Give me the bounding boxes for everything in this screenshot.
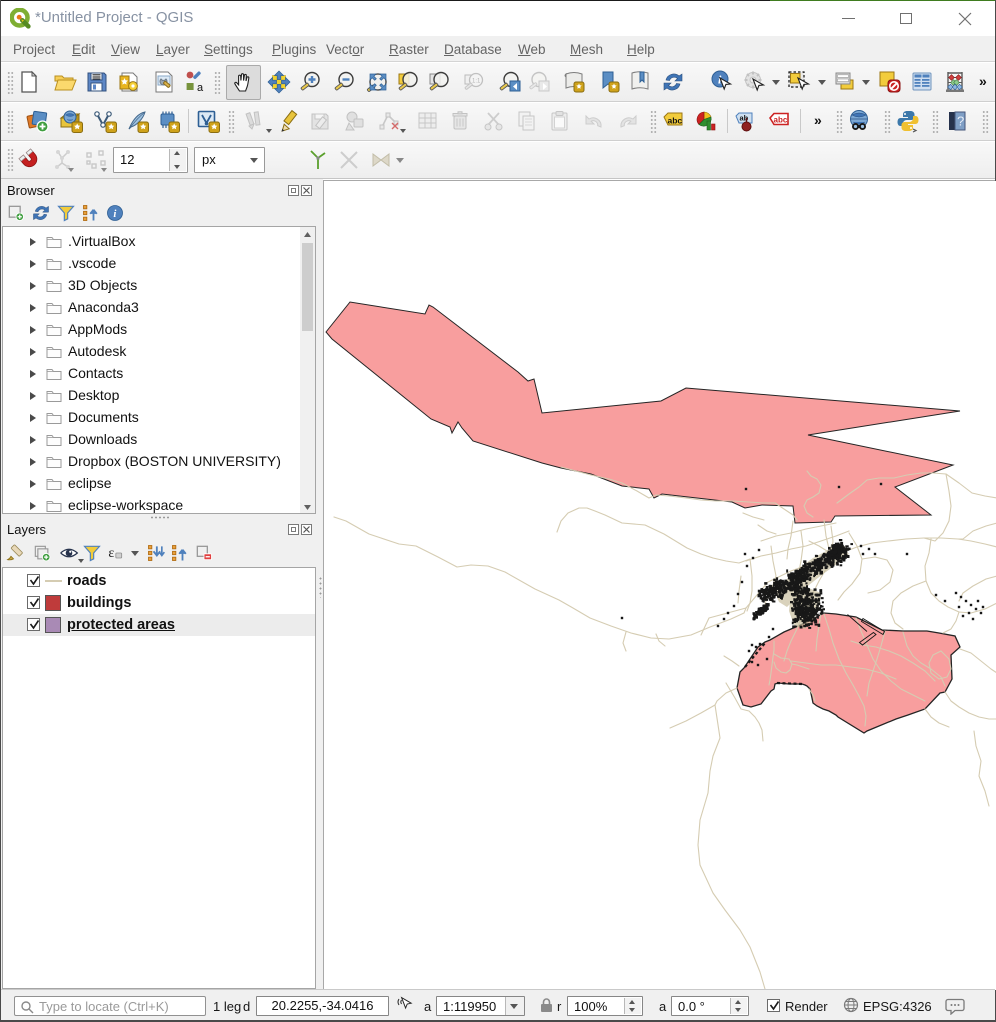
svg-text:?: ? [957, 114, 964, 129]
svg-text:ab: ab [740, 114, 749, 123]
svg-text:abc: abc [774, 116, 788, 125]
svg-text:i: i [113, 208, 116, 220]
svg-text:ε: ε [108, 545, 114, 561]
svg-text:a: a [197, 82, 204, 94]
svg-text:abc: abc [668, 116, 683, 126]
svg-text:1:1: 1:1 [472, 79, 481, 85]
